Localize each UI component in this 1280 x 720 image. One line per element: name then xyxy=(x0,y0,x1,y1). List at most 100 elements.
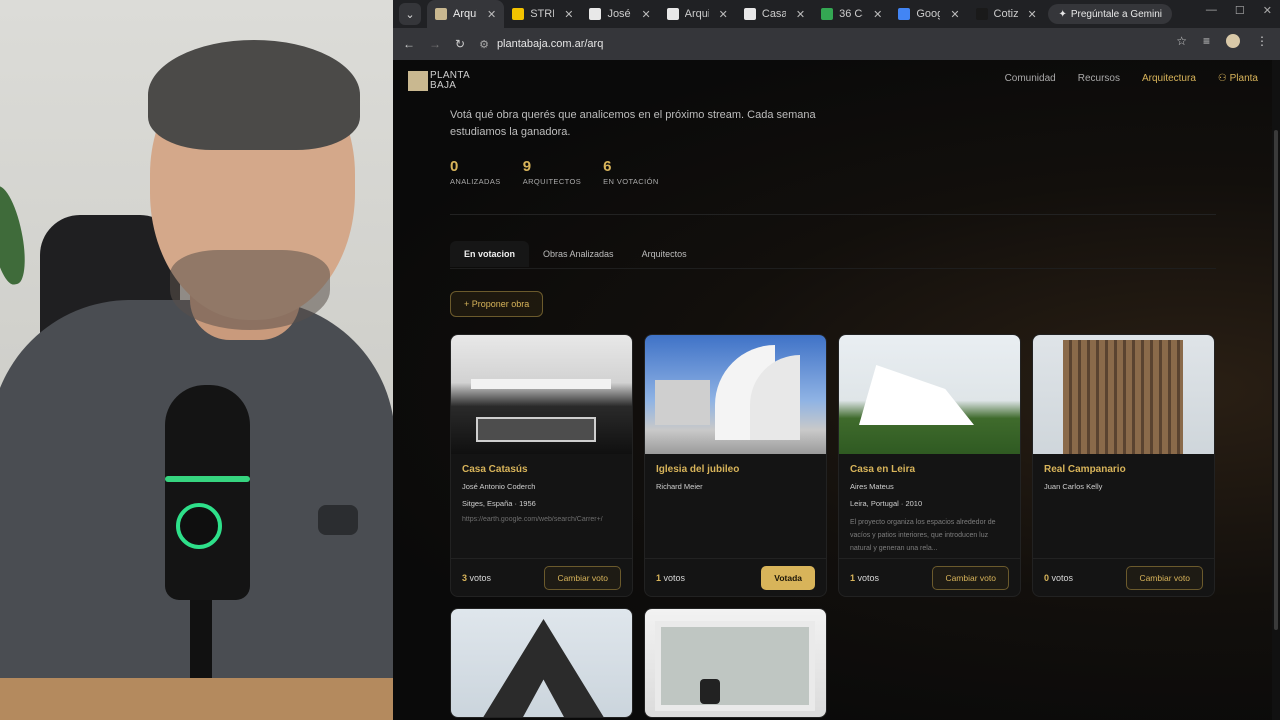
nav-arquitectura[interactable]: Arquitectura xyxy=(1142,73,1196,84)
work-card[interactable]: Casa en Leira Aires Mateus Leira, Portug… xyxy=(838,334,1021,597)
stat-en-votacion: 6 EN VOTACIÓN xyxy=(603,158,659,186)
browser-tab[interactable]: Googl ✕ xyxy=(890,0,967,28)
webcam-feed xyxy=(0,0,393,720)
person-hair xyxy=(148,40,360,150)
maximize-button[interactable]: ☐ xyxy=(1235,4,1245,17)
nav-user[interactable]: ⚇ Planta xyxy=(1218,73,1258,84)
work-architect: Aires Mateus xyxy=(850,482,894,491)
work-card[interactable] xyxy=(450,608,633,718)
microphone-light xyxy=(165,476,250,482)
tab-title: Googl xyxy=(916,8,941,20)
favicon-icon xyxy=(821,8,834,20)
work-image xyxy=(839,335,1020,454)
work-architect: José Antonio Coderch xyxy=(462,482,536,491)
browser-tab[interactable]: STREA ✕ xyxy=(504,0,581,28)
tab-title: José A xyxy=(607,8,631,20)
browser-tab[interactable]: Cotiza ✕ xyxy=(968,0,1045,28)
profile-avatar[interactable] xyxy=(1226,34,1240,48)
work-image xyxy=(1033,335,1214,454)
menu-icon[interactable]: ⋮ xyxy=(1256,34,1268,48)
nav-recursos[interactable]: Recursos xyxy=(1078,73,1120,84)
work-title: Casa Catasús xyxy=(462,464,528,475)
back-icon[interactable]: ← xyxy=(403,37,415,51)
close-tab-icon[interactable]: ✕ xyxy=(564,8,573,21)
work-image xyxy=(451,335,632,454)
nav-comunidad[interactable]: Comunidad xyxy=(1005,73,1056,84)
tab-arquitectos[interactable]: Arquitectos xyxy=(628,241,701,267)
tab-search-button[interactable]: ⌄ xyxy=(399,3,421,25)
tab-strip: ⌄ Arqui ✕ STREA ✕ José A ✕ Arqui ✕ Casa C ✕ 36 Ca ✕… xyxy=(393,0,1280,28)
change-vote-button[interactable]: Cambiar voto xyxy=(1126,565,1203,590)
stat-label: ARQUITECTOS xyxy=(522,177,582,186)
media-control-icon[interactable]: ≡ xyxy=(1203,34,1210,48)
favicon-icon xyxy=(512,8,525,20)
site-info-icon[interactable]: ⚙ xyxy=(479,38,489,51)
work-image xyxy=(645,335,826,454)
change-vote-button[interactable]: Cambiar voto xyxy=(544,565,621,590)
close-tab-icon[interactable]: ✕ xyxy=(487,8,496,21)
site-logo[interactable]: PLANTA BAJA xyxy=(408,71,470,91)
work-architect: Richard Meier xyxy=(656,482,703,491)
address-bar[interactable]: ⚙ plantabaja.com.ar/arq xyxy=(479,38,603,51)
propose-work-button[interactable]: + Proponer obra xyxy=(450,291,544,317)
change-vote-button[interactable]: Cambiar voto xyxy=(932,565,1009,590)
work-card[interactable]: Iglesia del jubileo Richard Meier 1 voto… xyxy=(644,334,827,597)
browser-tab[interactable]: José A ✕ xyxy=(581,0,658,28)
voted-button[interactable]: Votada xyxy=(761,565,815,590)
divider xyxy=(450,214,1216,215)
close-tab-icon[interactable]: ✕ xyxy=(719,8,728,21)
work-title: Casa en Leira xyxy=(850,464,916,475)
close-tab-icon[interactable]: ✕ xyxy=(796,8,805,21)
browser-tab[interactable]: Casa C ✕ xyxy=(736,0,813,28)
work-card[interactable]: Real Campanario Juan Carlos Kelly 0 voto… xyxy=(1032,334,1215,597)
browser-tabs: Arqui✕STREA✕José A✕Arqui✕Casa C✕36 Ca✕Go… xyxy=(427,0,1045,28)
close-window-button[interactable]: ✕ xyxy=(1263,4,1272,17)
scrollbar-thumb[interactable] xyxy=(1274,130,1278,630)
reload-icon[interactable]: ↻ xyxy=(455,37,465,51)
browser-tab[interactable]: Arqui ✕ xyxy=(427,0,505,28)
tab-obras-analizadas[interactable]: Obras Analizadas xyxy=(529,241,628,267)
close-tab-icon[interactable]: ✕ xyxy=(950,8,959,21)
browser-tab[interactable]: Arqui ✕ xyxy=(659,0,736,28)
gemini-label: Pregúntale a Gemini xyxy=(1070,8,1162,20)
close-tab-icon[interactable]: ✕ xyxy=(641,8,650,21)
tab-title: Arqui xyxy=(684,8,709,20)
stat-number: 0 xyxy=(450,158,459,175)
user-icon: ⚇ xyxy=(1217,73,1230,84)
person-beard xyxy=(170,250,330,330)
tab-en-votacion[interactable]: En votacion xyxy=(450,241,530,267)
work-card[interactable]: Casa Catasús José Antonio Coderch Sitges… xyxy=(450,334,633,597)
favicon-icon xyxy=(435,8,447,20)
url-text: plantabaja.com.ar/arq xyxy=(496,38,604,50)
stat-label: EN VOTACIÓN xyxy=(603,177,659,186)
vote-count: 3 votos xyxy=(462,572,492,583)
gemini-button[interactable]: ✦ Pregúntale a Gemini xyxy=(1048,4,1172,24)
page-scrollbar[interactable] xyxy=(1272,60,1280,720)
tab-title: 36 Ca xyxy=(839,8,863,20)
work-link[interactable]: https://earth.google.com/web/search/Carr… xyxy=(462,516,621,523)
work-description: El proyecto organiza los espacios alrede… xyxy=(850,519,996,552)
work-card[interactable] xyxy=(644,608,827,718)
tabs-underline xyxy=(450,268,1216,269)
logo-square-icon xyxy=(408,71,428,91)
shirt-logo xyxy=(318,505,358,535)
site-nav: PLANTA BAJA Comunidad Recursos Arquitect… xyxy=(393,60,1280,102)
work-place: Leira, Portugal · 2010 xyxy=(850,499,923,508)
tab-title: STREA xyxy=(530,8,554,20)
browser-tab[interactable]: 36 Ca ✕ xyxy=(813,0,890,28)
close-tab-icon[interactable]: ✕ xyxy=(873,8,882,21)
work-title: Real Campanario xyxy=(1044,464,1126,475)
browser-window: ⌄ Arqui ✕ STREA ✕ José A ✕ Arqui ✕ Casa C ✕ 36 Ca ✕… xyxy=(393,0,1280,720)
web-page: PLANTA BAJA Comunidad Recursos Arquitect… xyxy=(393,60,1280,720)
forward-icon[interactable]: → xyxy=(429,37,441,51)
minimize-button[interactable]: — xyxy=(1206,4,1217,17)
bookmark-star-icon[interactable]: ☆ xyxy=(1176,34,1187,48)
close-tab-icon[interactable]: ✕ xyxy=(1028,8,1037,21)
work-place: Sitges, España · 1956 xyxy=(462,499,536,508)
stat-number: 9 xyxy=(522,158,532,175)
desk xyxy=(0,678,393,720)
work-image xyxy=(645,609,826,717)
content-tabs: En votacion Obras Analizadas Arquitectos xyxy=(450,241,701,267)
favicon-icon xyxy=(589,8,602,20)
stat-analizadas: 0 ANALIZADAS xyxy=(450,158,501,186)
